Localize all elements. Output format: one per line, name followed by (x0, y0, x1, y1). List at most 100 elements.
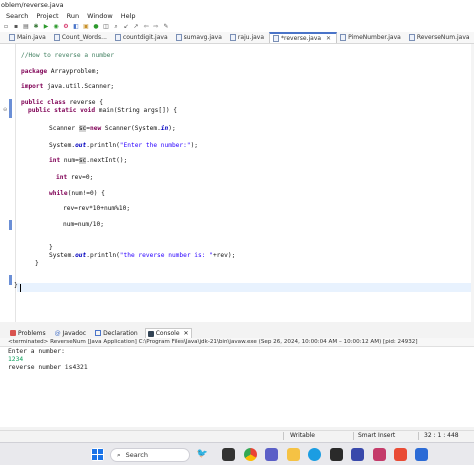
code-line: System.out.println("the reverse number i… (49, 251, 235, 260)
current-line-highlight (17, 283, 474, 292)
static-field: out (75, 142, 87, 149)
tab-raju[interactable]: raju.java (227, 32, 269, 43)
toolbar-new-java-project-icon[interactable]: ◧ (72, 23, 80, 31)
tab-label: Declaration (103, 329, 138, 337)
code-line: int num=sc.nextInt(); (49, 156, 127, 165)
menu-window[interactable]: Window (87, 11, 113, 21)
static-field: out (75, 252, 87, 259)
tab-main-java[interactable]: Main.java (6, 32, 51, 43)
toolbar-pin-icon[interactable]: ✎ (162, 23, 170, 31)
tab-reverse-java[interactable]: *reverse.java ✕ (269, 32, 338, 44)
toolbar-run-icon[interactable]: ▶ (42, 23, 50, 31)
taskbar-search-box[interactable]: ⌕ Search (110, 448, 190, 462)
code-line: Scanner sc=new Scanner(System.in); (49, 124, 176, 133)
status-insert-mode: Smart Insert (358, 432, 396, 439)
tab-label: countdigit.java (122, 34, 168, 41)
close-console-icon[interactable]: ✕ (184, 330, 189, 337)
code-editor[interactable]: ⊖ //How to reverse a number package Arra… (0, 44, 474, 322)
tab-count-words[interactable]: Count_Words... (51, 32, 112, 43)
keyword: class (43, 99, 66, 106)
toolbar-new-package-icon[interactable]: ▣ (82, 23, 90, 31)
code-text: rev=0; (67, 174, 94, 181)
text-cursor (20, 284, 21, 292)
main-toolbar: ▫ ▪ ▤ ✱ ▶ ◉ ⚙ ◧ ▣ ● ◫ ⌕ ↙ ↗ ⇦ ⇨ ✎ (0, 21, 474, 32)
toolbar-back-icon[interactable]: ⇦ (142, 23, 150, 31)
search-icon: ⌕ (117, 450, 121, 459)
tab-javadoc[interactable]: @ Javadoc (53, 328, 88, 338)
toolbar-prev-annotation-icon[interactable]: ↙ (122, 23, 130, 31)
toolbar-forward-icon[interactable]: ⇨ (152, 23, 160, 31)
code-line: int rev=0; (56, 173, 93, 182)
toolbar-external-tools-icon[interactable]: ⚙ (62, 23, 70, 31)
close-tab-icon[interactable]: ✕ (326, 33, 331, 44)
tab-countdigit[interactable]: countdigit.java (112, 32, 173, 43)
code-line: } (14, 282, 18, 289)
javadoc-icon: @ (54, 330, 61, 337)
teams-icon[interactable] (265, 448, 278, 461)
menu-run[interactable]: Run (67, 11, 79, 21)
code-text: Scanner(System. (101, 125, 161, 132)
code-text: ); (168, 125, 176, 132)
code-line: num=num/10; (63, 221, 104, 228)
comment: //How to reverse a number (21, 52, 115, 59)
code-line: public static void main(String args[]) { (28, 106, 177, 115)
code-text: System. (49, 142, 76, 149)
tab-console[interactable]: Console ✕ (144, 328, 192, 338)
app-icon[interactable] (415, 448, 428, 461)
toolbar-search-icon[interactable]: ⌕ (112, 23, 120, 31)
java-file-icon (114, 34, 121, 41)
taskbar-search-label: Search (125, 451, 148, 459)
tab-sumavg[interactable]: sumavg.java (173, 32, 227, 43)
code-text: reverse { (65, 99, 103, 106)
toolbar-new-class-icon[interactable]: ● (92, 23, 100, 31)
override-marker-icon: ⊖ (3, 107, 8, 113)
code-line: } (35, 260, 39, 267)
app-icon[interactable] (351, 448, 364, 461)
code-text: .println( (86, 142, 120, 149)
console-output[interactable]: Enter a number: 1234 reverse number is43… (0, 347, 474, 427)
java-file-icon (53, 34, 60, 41)
code-text: main(String args[]) { (95, 107, 178, 114)
toolbar-coverage-icon[interactable]: ◉ (52, 23, 60, 31)
toolbar-print-icon[interactable]: ▤ (22, 23, 30, 31)
menu-project[interactable]: Project (36, 11, 58, 21)
toolbar-open-type-icon[interactable]: ◫ (102, 23, 110, 31)
code-text: Scanner (49, 125, 79, 132)
java-file-icon (273, 35, 280, 42)
keyword: package (21, 68, 48, 75)
status-cursor-position: 32 : 1 : 448 (424, 432, 459, 439)
app-icon[interactable] (373, 448, 386, 461)
toolbar-next-annotation-icon[interactable]: ↗ (132, 23, 140, 31)
keyword: import (21, 83, 44, 90)
app-icon[interactable] (394, 448, 407, 461)
menu-search[interactable]: Search (6, 11, 28, 21)
tab-reversenum[interactable]: ReverseNum.java (406, 32, 474, 43)
editor-tabs: Main.java Count_Words... countdigit.java… (0, 32, 474, 44)
chrome-icon[interactable] (244, 448, 257, 461)
code-line: import java.util.Scanner; (21, 82, 114, 91)
code-line: while(num!=0) { (49, 189, 105, 198)
tab-problems[interactable]: Problems (8, 328, 48, 338)
code-text: System. (49, 252, 76, 259)
java-file-icon (408, 34, 415, 41)
toolbar-new-icon[interactable]: ▫ (2, 23, 10, 31)
edge-icon[interactable] (308, 448, 321, 461)
windows-start-icon[interactable] (91, 448, 104, 461)
code-text: +rev); (212, 252, 236, 259)
java-file-icon (229, 34, 236, 41)
code-text: Arrayproblem; (47, 68, 100, 75)
tab-declaration[interactable]: Declaration (93, 328, 140, 338)
toolbar-save-icon[interactable]: ▪ (12, 23, 20, 31)
store-icon[interactable] (330, 448, 343, 461)
console-icon (147, 330, 154, 337)
menu-help[interactable]: Help (121, 11, 136, 21)
tab-label: raju.java (237, 34, 265, 41)
file-explorer-icon[interactable] (287, 448, 300, 461)
console-line: reverse number is4321 (8, 364, 88, 371)
keyword: int (56, 174, 68, 181)
code-text: java.util.Scanner; (43, 83, 115, 90)
tab-pimenumber[interactable]: PimeNumber.java (337, 32, 406, 43)
toolbar-debug-icon[interactable]: ✱ (32, 23, 40, 31)
bird-widget-icon[interactable]: 🐦 (196, 448, 209, 461)
task-view-icon[interactable] (222, 448, 235, 461)
